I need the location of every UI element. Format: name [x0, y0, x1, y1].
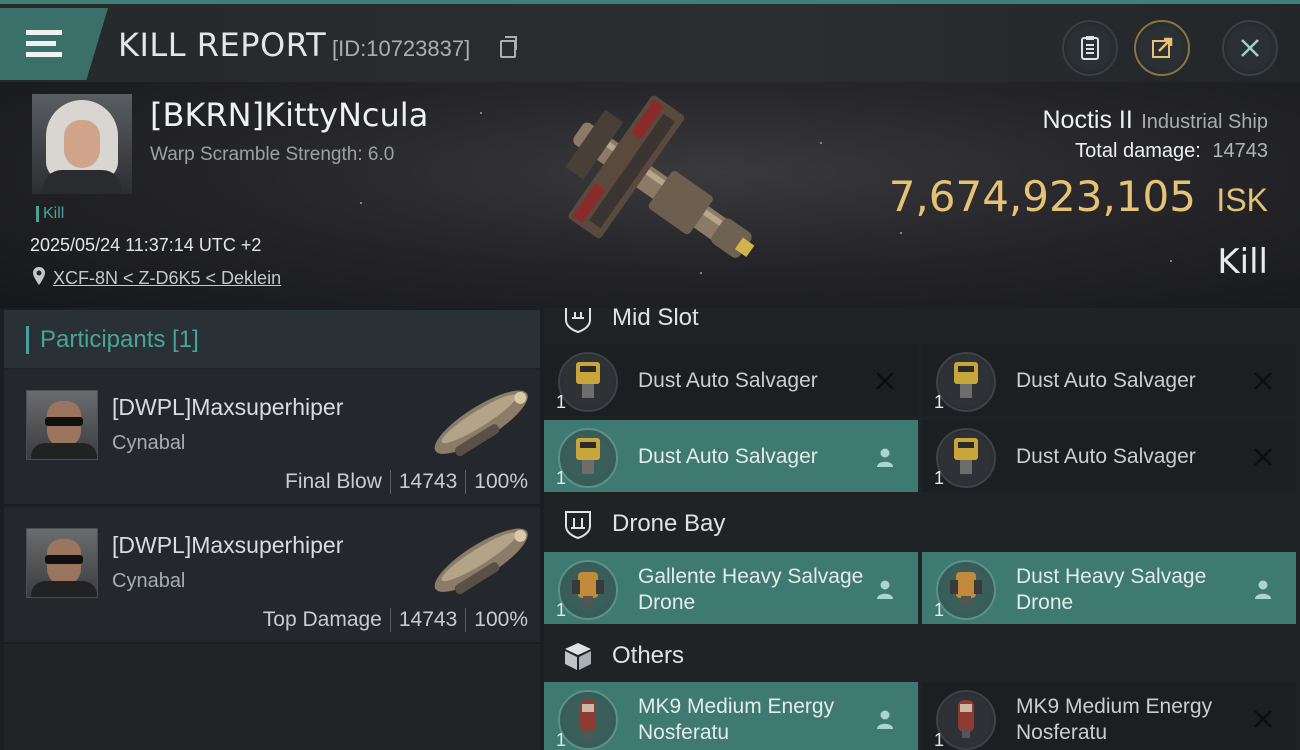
- destroyed-icon: [1254, 448, 1272, 466]
- victim-name[interactable]: [BKRN]KittyNcula: [150, 96, 428, 134]
- page-title: KILL REPORT: [118, 26, 327, 64]
- item-quantity: 1: [934, 392, 945, 412]
- participant-ship-image: [434, 528, 528, 595]
- share-button[interactable]: [1134, 20, 1190, 76]
- ship-class: Industrial Ship: [1141, 111, 1268, 133]
- header-bar: KILL REPORT [ID:10723837]: [0, 0, 1300, 82]
- victim-ship-image: [565, 95, 755, 258]
- item-name: Dust Auto Salvager: [638, 445, 818, 468]
- item-name: Dust Heavy Salvage Drone: [1016, 565, 1207, 614]
- menu-button[interactable]: [0, 8, 108, 80]
- fitting-item[interactable]: 1 Dust Auto Salvager: [922, 420, 1296, 492]
- participant-ship: Cynabal: [112, 432, 186, 454]
- participant-damage: 14743: [398, 608, 458, 631]
- section-title: Others: [612, 642, 685, 669]
- participant-ship: Cynabal: [112, 570, 186, 592]
- report-id: [ID:10723837]: [332, 36, 471, 61]
- section-title: Drone Bay: [612, 510, 726, 537]
- participant-name[interactable]: [DWPL]Maxsuperhiper: [112, 394, 343, 421]
- destroyed-icon: [876, 372, 894, 390]
- isk-unit: ISK: [1216, 182, 1268, 218]
- item-name: Dust Auto Salvager: [1016, 445, 1196, 468]
- participant-damage: 14743: [398, 470, 458, 493]
- total-damage-label: Total damage:: [1075, 140, 1201, 162]
- section-title: Mid Slot: [612, 308, 699, 331]
- participant-avatar[interactable]: [26, 528, 98, 598]
- victim-avatar[interactable]: [32, 94, 132, 194]
- victim-summary: [BKRN]KittyNcula Warp Scramble Strength:…: [0, 82, 1300, 308]
- cargo-box-icon: [565, 643, 591, 670]
- share-icon: [1152, 37, 1173, 58]
- fitting-item[interactable]: 1 Gallente Heavy Salvage Drone: [544, 552, 918, 624]
- dropped-person-icon: [877, 710, 893, 729]
- fitting-item[interactable]: 1 Dust Auto Salvager: [544, 344, 918, 416]
- isk-value: 7,674,923,105: [888, 172, 1196, 221]
- participant-avatar[interactable]: [26, 390, 98, 460]
- item-name: Dust Auto Salvager: [638, 369, 818, 392]
- destroyed-icon: [1254, 372, 1272, 390]
- dropped-person-icon: [1255, 580, 1271, 599]
- item-quantity: 1: [556, 392, 567, 412]
- close-icon: [1241, 39, 1259, 57]
- participant-ship-image: [434, 390, 528, 457]
- item-quantity: 1: [934, 730, 945, 750]
- item-quantity: 1: [556, 730, 567, 750]
- item-name: Dust Auto Salvager: [1016, 369, 1196, 392]
- destroyed-icon: [1254, 710, 1272, 728]
- mid-slot-icon: [565, 308, 591, 334]
- location-link[interactable]: XCF-8N < Z-D6K5 < Deklein: [53, 268, 281, 289]
- item-quantity: 1: [934, 600, 945, 620]
- close-button[interactable]: [1222, 20, 1278, 76]
- participant-row[interactable]: [DWPL]Maxsuperhiper Cynabal Top Damage 14…: [4, 508, 540, 644]
- fitting-item[interactable]: 1 Dust Heavy Salvage Drone: [922, 552, 1296, 624]
- kill-result: Kill: [1217, 242, 1268, 282]
- auto-salvager-icon: [576, 362, 600, 398]
- section-mid-slot: Mid Slot: [544, 308, 1300, 340]
- participant-row[interactable]: [DWPL]Maxsuperhiper Cynabal Final Blow 14…: [4, 370, 540, 506]
- participant-percent: 100%: [474, 608, 528, 631]
- report-button[interactable]: [1062, 20, 1118, 76]
- menu-icon: [26, 30, 62, 35]
- fitting-panel[interactable]: Mid Slot 1 Dust Auto Salvager 1 Dust Aut…: [544, 308, 1300, 750]
- item-name: Gallente Heavy Salvage Drone: [638, 565, 864, 614]
- auto-salvager-icon: [954, 438, 978, 474]
- fitting-item[interactable]: 1 MK9 Medium Energy Nosferatu: [922, 682, 1296, 750]
- ship-name[interactable]: Noctis II: [1043, 106, 1133, 134]
- kill-timestamp: 2025/05/24 11:37:14 UTC +2: [30, 235, 262, 255]
- participants-title: Participants [1]: [40, 326, 199, 353]
- salvage-drone-icon: [950, 572, 982, 606]
- drone-bay-icon: [565, 511, 591, 540]
- auto-salvager-icon: [576, 438, 600, 474]
- item-quantity: 1: [556, 468, 567, 488]
- participant-name[interactable]: [DWPL]Maxsuperhiper: [112, 532, 343, 559]
- section-others: Others: [544, 634, 1300, 678]
- item-name: MK9 Medium Energy Nosferatu: [638, 695, 835, 744]
- auto-salvager-icon: [954, 362, 978, 398]
- total-damage-value: 14743: [1212, 140, 1268, 162]
- item-quantity: 1: [934, 468, 945, 488]
- section-drone-bay: Drone Bay: [544, 502, 1300, 546]
- participant-role: Top Damage: [262, 608, 382, 631]
- item-name: MK9 Medium Energy Nosferatu: [1016, 695, 1213, 744]
- energy-nosferatu-icon: [580, 700, 596, 738]
- item-quantity: 1: [556, 600, 567, 620]
- participants-header: Participants [1]: [4, 310, 540, 368]
- salvage-drone-icon: [572, 572, 604, 606]
- clipboard-icon: [1081, 36, 1099, 60]
- dropped-person-icon: [877, 448, 893, 467]
- participant-percent: 100%: [474, 470, 528, 493]
- energy-nosferatu-icon: [958, 700, 974, 738]
- fitting-item[interactable]: 1 Dust Auto Salvager: [544, 420, 918, 492]
- fitting-item[interactable]: 1 MK9 Medium Energy Nosferatu: [544, 682, 918, 750]
- participant-role: Final Blow: [285, 470, 382, 493]
- kill-tag: Kill: [36, 206, 64, 222]
- fitting-item[interactable]: 1 Dust Auto Salvager: [922, 344, 1296, 416]
- dropped-person-icon: [877, 580, 893, 599]
- warp-scramble-strength: Warp Scramble Strength: 6.0: [150, 144, 395, 165]
- location-pin-icon: [33, 267, 45, 285]
- copy-icon[interactable]: [500, 36, 517, 58]
